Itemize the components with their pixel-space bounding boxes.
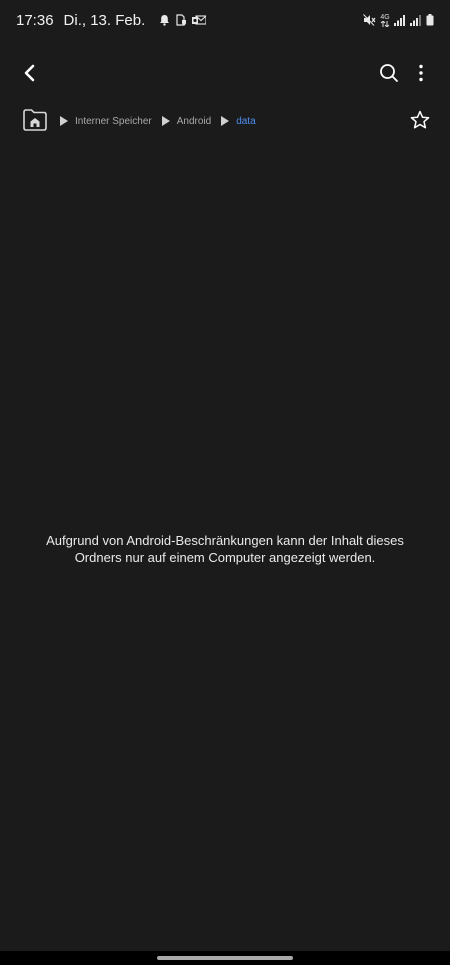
home-folder-button[interactable]	[22, 108, 48, 132]
restriction-message: Aufgrund von Android-Beschränkungen kann…	[0, 532, 450, 566]
breadcrumb-trail: Interner Speicher Android data	[60, 105, 266, 137]
bell-icon	[159, 14, 170, 26]
star-outline-icon	[410, 110, 430, 135]
restriction-message-line-2: Ordners nur auf einem Computer angezeigt…	[74, 550, 376, 565]
home-folder-icon	[22, 109, 48, 136]
restriction-message-line-1: Aufgrund von Android-Beschränkungen kann…	[46, 533, 404, 548]
mute-icon	[363, 14, 376, 26]
breadcrumb-item-android[interactable]: Android	[177, 116, 211, 127]
network-indicator: 4G	[380, 14, 390, 27]
network-label: 4G	[380, 13, 390, 21]
notification-icons	[159, 14, 207, 26]
search-button[interactable]	[374, 60, 404, 90]
more-vertical-icon	[418, 64, 424, 87]
status-left: 17:36 Di., 13. Feb.	[16, 11, 207, 29]
triangle-right-icon	[60, 116, 68, 126]
search-icon	[379, 63, 399, 88]
chevron-left-icon	[22, 64, 36, 87]
signal-icon	[410, 14, 422, 26]
battery-icon	[426, 14, 434, 26]
file-shield-icon	[175, 14, 187, 26]
status-bar: 17:36 Di., 13. Feb. 4G	[0, 0, 450, 40]
status-date: Di., 13. Feb.	[63, 11, 146, 29]
breadcrumb-item-data[interactable]: data	[236, 116, 255, 127]
triangle-right-icon	[161, 116, 170, 126]
app-bar	[0, 50, 450, 100]
favorite-button[interactable]	[406, 108, 434, 136]
home-gesture-handle[interactable]	[157, 956, 293, 960]
outlook-mail-icon	[192, 14, 207, 26]
signal-icon	[394, 14, 406, 26]
triangle-right-icon	[221, 116, 230, 126]
breadcrumb: Interner Speicher Android data	[0, 105, 450, 137]
system-navigation-bar	[0, 951, 450, 965]
more-options-button[interactable]	[406, 60, 436, 90]
status-right: 4G	[363, 14, 434, 27]
breadcrumb-item-internal-storage[interactable]: Interner Speicher	[75, 116, 152, 127]
back-button[interactable]	[14, 60, 44, 90]
status-time: 17:36	[16, 11, 54, 29]
